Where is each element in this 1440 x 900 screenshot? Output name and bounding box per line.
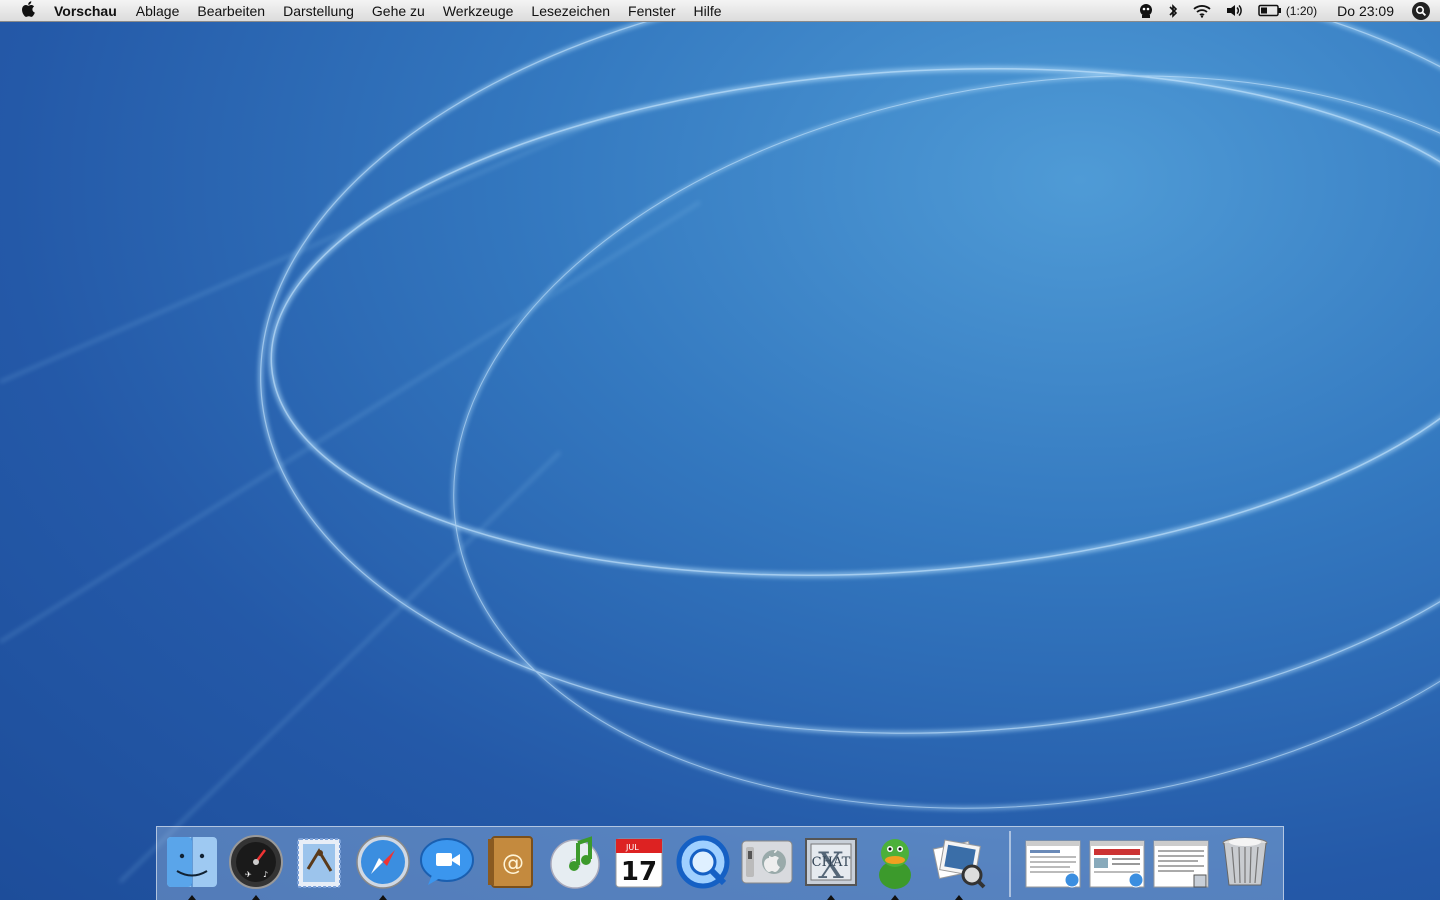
bluetooth-icon[interactable] [1168,3,1178,19]
quicktime-icon [674,833,732,891]
dock-system-preferences[interactable] [738,833,796,891]
menu-ablage[interactable]: Ablage [136,3,180,19]
spotlight-icon[interactable] [1412,1,1430,20]
dock-minimized-window-3[interactable] [1152,833,1210,891]
desktop-wallpaper [0,22,1440,884]
ichat-icon [418,833,476,891]
running-indicator [955,895,963,900]
volume-icon[interactable] [1226,3,1244,18]
dock-minimized-window-2[interactable] [1088,833,1146,891]
menu-bar: Vorschau Ablage Bearbeiten Darstellung G… [0,0,1440,22]
battery-icon [1258,4,1281,17]
address-book-icon: @ [482,833,540,891]
adium-status-icon[interactable] [1138,3,1154,19]
battery-time: (1:20) [1285,3,1318,18]
dock-ichat[interactable] [418,833,476,891]
dock-adium[interactable] [866,833,924,900]
menu-gehe-zu[interactable]: Gehe zu [372,3,425,19]
svg-text:♪: ♪ [263,870,268,879]
menu-bearbeiten[interactable]: Bearbeiten [197,3,265,19]
system-preferences-icon [738,833,796,891]
mail-icon [290,833,348,891]
dock-separator [1009,831,1011,897]
menu-werkzeuge[interactable]: Werkzeuge [443,3,514,19]
menu-hilfe[interactable]: Hilfe [694,3,722,19]
dock-ical[interactable]: JUL 17 [610,833,668,891]
svg-text:✈: ✈ [245,870,252,879]
running-indicator [379,895,387,900]
battery-status[interactable]: (1:20) [1258,4,1317,18]
menu-darstellung[interactable]: Darstellung [283,3,354,19]
dock-mail[interactable] [290,833,348,891]
dock-finder[interactable] [163,833,221,900]
itunes-icon [546,833,604,891]
menubar-clock[interactable]: Do 23:09 [1337,3,1394,19]
dock-chat-x[interactable]: X CHAT [802,833,860,900]
dashboard-icon: ♪ ✈ [227,833,285,891]
dock: ♪ ✈ @ JUL 17 X CHAT [156,826,1284,900]
dock-itunes[interactable] [546,833,604,891]
minimized-window-3-icon [1152,833,1210,891]
chat-x-icon: X CHAT [802,833,860,891]
dock-dashboard[interactable]: ♪ ✈ [227,833,285,900]
apple-menu-icon[interactable] [18,0,38,21]
minimized-window-2-icon [1088,833,1146,891]
dock-safari[interactable] [354,833,412,900]
preview-icon [930,833,988,891]
ical-day-label: 17 [621,857,657,887]
ical-icon: JUL 17 [610,833,668,891]
dock-preview[interactable] [930,833,988,900]
safari-icon [354,833,412,891]
dock-minimized-window-1[interactable] [1024,833,1082,891]
menu-lesezeichen[interactable]: Lesezeichen [531,3,610,19]
adium-duck-icon [866,833,924,891]
wifi-icon[interactable] [1192,3,1212,18]
trash-icon [1216,833,1274,891]
menu-fenster[interactable]: Fenster [628,3,675,19]
running-indicator [891,895,899,900]
svg-text:@: @ [502,851,524,876]
finder-icon [163,833,221,891]
app-menu-vorschau[interactable]: Vorschau [54,3,117,19]
running-indicator [252,895,260,900]
ical-month-label: JUL [625,843,639,852]
chat-x-label: CHAT [812,855,851,870]
dock-address-book[interactable]: @ [482,833,540,891]
status-area: (1:20) Do 23:09 [1138,0,1440,21]
dock-trash[interactable] [1216,833,1274,891]
dock-quicktime[interactable] [674,833,732,891]
running-indicator [188,895,196,900]
minimized-window-1-icon [1024,833,1082,891]
running-indicator [827,895,835,900]
